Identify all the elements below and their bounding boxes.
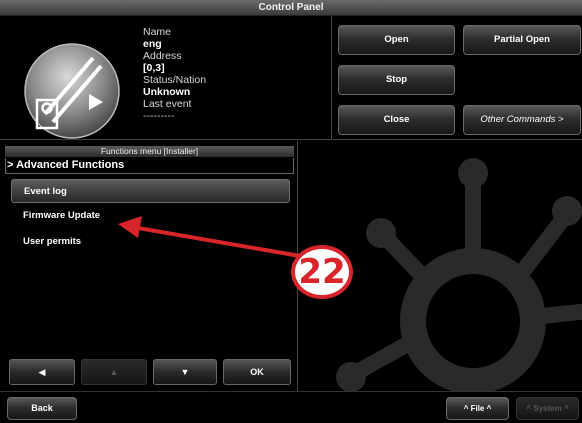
- system-menu-button[interactable]: ^ System ^: [516, 397, 579, 420]
- file-menu-button[interactable]: ^ File ^: [446, 397, 509, 420]
- last-event-label: Last event: [143, 98, 192, 110]
- open-button[interactable]: Open: [338, 25, 455, 55]
- menu-item-event-log[interactable]: Event log: [11, 179, 290, 203]
- ok-button[interactable]: OK: [223, 359, 291, 385]
- command-panel: Open Partial Open Stop Close Other Comma…: [333, 16, 582, 140]
- menu-header: Functions menu [Installer]: [5, 146, 294, 157]
- device-info: Name eng Address [0,3] Status/Nation Unk…: [143, 26, 206, 122]
- bottom-bar: Back ^ File ^ ^ System ^: [0, 391, 582, 423]
- status-value: Unknown: [143, 86, 191, 98]
- annotation-number-badge: 22: [291, 245, 353, 299]
- nav-up-button[interactable]: ▲: [81, 359, 147, 385]
- partial-open-button[interactable]: Partial Open: [463, 25, 581, 55]
- menu-item-firmware-update[interactable]: Firmware Update: [11, 204, 290, 228]
- last-event-value: ---------: [143, 110, 175, 122]
- stop-button[interactable]: Stop: [338, 65, 455, 95]
- menu-breadcrumb: > Advanced Functions: [5, 158, 294, 174]
- device-info-panel: Name eng Address [0,3] Status/Nation Unk…: [0, 16, 332, 140]
- name-value: eng: [143, 38, 162, 50]
- functions-menu: Functions menu [Installer] > Advanced Fu…: [0, 141, 298, 391]
- gate-barrier-icon: [24, 43, 120, 139]
- nav-down-button[interactable]: ▼: [153, 359, 217, 385]
- address-label: Address: [143, 50, 182, 62]
- back-button[interactable]: Back: [7, 397, 77, 420]
- close-button[interactable]: Close: [338, 105, 455, 135]
- other-commands-button[interactable]: Other Commands >: [463, 105, 581, 135]
- name-label: Name: [143, 26, 172, 38]
- window-title: Control Panel: [0, 0, 582, 16]
- address-value: [0,3]: [143, 62, 165, 74]
- status-label: Status/Nation: [143, 74, 207, 86]
- menu-item-user-permits[interactable]: User permits: [11, 230, 290, 254]
- nav-left-button[interactable]: ◀: [9, 359, 75, 385]
